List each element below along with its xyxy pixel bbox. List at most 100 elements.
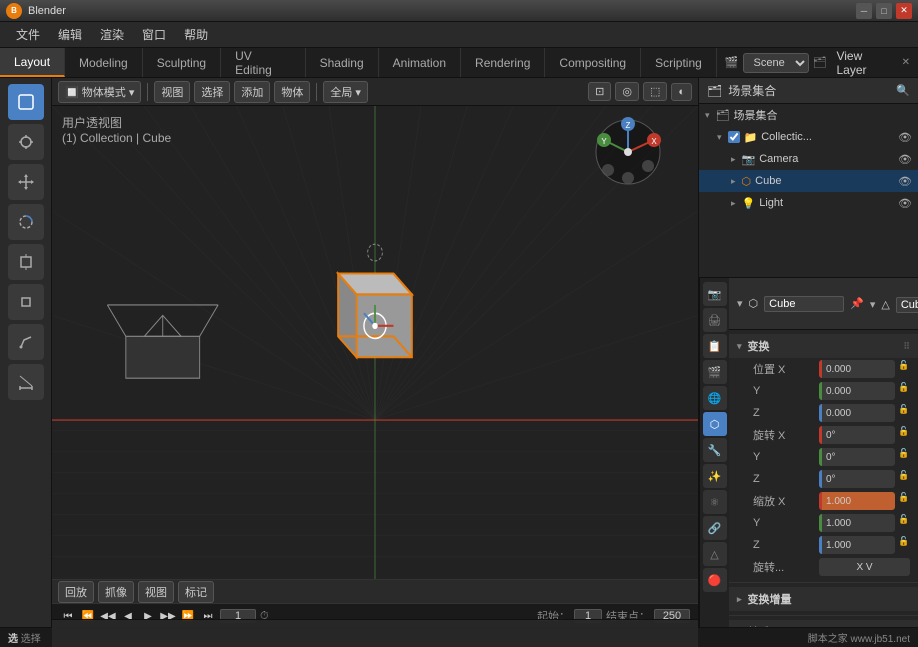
playback-btn[interactable]: 回放 bbox=[58, 581, 94, 603]
pos-x-lock[interactable]: 🔓 bbox=[898, 360, 910, 378]
rot-z-lock[interactable]: 🔓 bbox=[898, 470, 910, 488]
menu-render[interactable]: 渲染 bbox=[92, 23, 132, 46]
pos-x[interactable]: 0.000 bbox=[819, 360, 895, 378]
scale-z-xyz: 1.000 🔓 bbox=[819, 536, 910, 554]
properties-obj-row: ▾ ⬡ 📌 bbox=[737, 292, 864, 316]
rot-z[interactable]: 0° bbox=[819, 470, 895, 488]
menu-edit[interactable]: 编辑 bbox=[50, 23, 90, 46]
prop-tab-output[interactable]: 🖨 bbox=[703, 308, 727, 332]
view-layer-close[interactable]: ✕ bbox=[902, 57, 910, 68]
prop-tab-data[interactable]: △ bbox=[703, 542, 727, 566]
outliner-item-scene-collection[interactable]: ▾ 🗂 场景集合 bbox=[699, 104, 918, 126]
menu-window[interactable]: 窗口 bbox=[134, 23, 174, 46]
global-btn[interactable]: 全局 ▾ bbox=[323, 81, 368, 103]
object-name-input[interactable] bbox=[764, 296, 844, 312]
prop-tab-particles[interactable]: ✨ bbox=[703, 464, 727, 488]
tool-measure[interactable] bbox=[8, 364, 44, 400]
tab-shading[interactable]: Shading bbox=[306, 48, 379, 77]
add-menu[interactable]: 添加 bbox=[234, 81, 270, 103]
prop-tab-modifiers[interactable]: 🔧 bbox=[703, 438, 727, 462]
collection-visible-check[interactable] bbox=[728, 131, 740, 143]
scale-row-z: Z 1.000 🔓 bbox=[729, 534, 918, 556]
menu-file[interactable]: 文件 bbox=[8, 23, 48, 46]
outliner-item-light[interactable]: ▸ 💡 Light 👁 bbox=[699, 192, 918, 214]
scale-y-label: Y bbox=[753, 517, 813, 529]
position-xyz: 0.000 🔓 bbox=[819, 360, 910, 378]
select-menu[interactable]: 选择 bbox=[194, 81, 230, 103]
prop-tab-view-layer[interactable]: 📋 bbox=[703, 334, 727, 358]
pos-z-lock[interactable]: 🔓 bbox=[898, 404, 910, 422]
position-row-y: Y 0.000 🔓 bbox=[729, 380, 918, 402]
tool-cursor[interactable] bbox=[8, 124, 44, 160]
maximize-button[interactable]: □ bbox=[876, 3, 892, 19]
tab-rendering[interactable]: Rendering bbox=[461, 48, 545, 77]
prop-tab-scene[interactable]: 🎬 bbox=[703, 360, 727, 384]
xray-btn[interactable]: ⬚ bbox=[643, 82, 667, 101]
rot-y[interactable]: 0° bbox=[819, 448, 895, 466]
tool-move[interactable] bbox=[8, 164, 44, 200]
tab-scripting[interactable]: Scripting bbox=[641, 48, 717, 77]
scene-select[interactable]: Scene bbox=[743, 53, 809, 73]
tab-compositing[interactable]: Compositing bbox=[545, 48, 641, 77]
tool-select[interactable] bbox=[8, 84, 44, 120]
viewport-3d[interactable]: 🔲 物体模式 ▾ 视图 选择 添加 物体 全局 ▾ ⊡ ◎ ⬚ ◐ bbox=[52, 78, 698, 647]
scale-y[interactable]: 1.000 bbox=[819, 514, 895, 532]
viewport-gizmo[interactable]: Z X Y bbox=[588, 112, 668, 192]
menu-help[interactable]: 帮助 bbox=[176, 23, 216, 46]
scale-y-lock[interactable]: 🔓 bbox=[898, 514, 910, 532]
outliner-item-collection[interactable]: ▾ 📁 Collectic... 👁 bbox=[699, 126, 918, 148]
pos-y[interactable]: 0.000 bbox=[819, 382, 895, 400]
scale-x[interactable]: 1.000 bbox=[819, 492, 895, 510]
rot-x-lock[interactable]: 🔓 bbox=[898, 426, 910, 444]
view-menu[interactable]: 视图 bbox=[154, 81, 190, 103]
render-mode-btn[interactable]: ◐ bbox=[671, 83, 692, 101]
transform-header[interactable]: ▾ 变换 ⠿ bbox=[729, 334, 918, 358]
titlebar-controls[interactable]: ─ □ ✕ bbox=[856, 3, 912, 19]
scale-z[interactable]: 1.000 bbox=[819, 536, 895, 554]
outliner-search[interactable]: 🔍 bbox=[896, 84, 910, 97]
tab-uv-editing[interactable]: UV Editing bbox=[221, 48, 306, 77]
tab-modeling[interactable]: Modeling bbox=[65, 48, 143, 77]
prop-tab-physics[interactable]: ⚛ bbox=[703, 490, 727, 514]
timeline-view-btn[interactable]: 视图 bbox=[138, 581, 174, 603]
transform-delta-header[interactable]: ▸ 变换增量 bbox=[729, 587, 918, 611]
outliner-item-cube[interactable]: ▸ ⬡ Cube 👁 bbox=[699, 170, 918, 192]
prop-tab-object[interactable]: ⬡ bbox=[703, 412, 727, 436]
scale-z-lock[interactable]: 🔓 bbox=[898, 536, 910, 554]
titlebar: B Blender ─ □ ✕ bbox=[0, 0, 918, 22]
mode-select[interactable]: 🔲 物体模式 ▾ bbox=[58, 81, 141, 103]
global-label: 全局 bbox=[330, 87, 352, 99]
rot-x[interactable]: 0° bbox=[819, 426, 895, 444]
close-button[interactable]: ✕ bbox=[896, 3, 912, 19]
tool-annotation[interactable] bbox=[8, 324, 44, 360]
rot-y-lock[interactable]: 🔓 bbox=[898, 448, 910, 466]
object-menu[interactable]: 物体 bbox=[274, 81, 310, 103]
tool-scale[interactable] bbox=[8, 244, 44, 280]
rotation-mode-select[interactable]: X V bbox=[819, 558, 910, 576]
position-z-label: Z bbox=[753, 407, 813, 419]
snap-btn[interactable]: ⊡ bbox=[588, 82, 611, 101]
properties-mesh-row: ▾ △ bbox=[870, 294, 918, 316]
tool-transform[interactable] bbox=[8, 284, 44, 320]
scale-x-lock[interactable]: 🔓 bbox=[898, 492, 910, 510]
outliner-item-camera[interactable]: ▸ 📷 Camera 👁 bbox=[699, 148, 918, 170]
svg-text:X: X bbox=[651, 137, 657, 146]
markers-btn[interactable]: 标记 bbox=[178, 581, 214, 603]
toolbar-sep-2 bbox=[316, 83, 317, 101]
tab-sculpting[interactable]: Sculpting bbox=[143, 48, 221, 77]
prop-tab-render[interactable]: 📷 bbox=[703, 282, 727, 306]
keying-btn[interactable]: 抓像 bbox=[98, 581, 134, 603]
pos-z[interactable]: 0.000 bbox=[819, 404, 895, 422]
proportional-btn[interactable]: ◎ bbox=[615, 82, 639, 101]
mesh-name-input[interactable] bbox=[896, 297, 918, 313]
tool-rotate[interactable] bbox=[8, 204, 44, 240]
prop-tab-world[interactable]: 🌐 bbox=[703, 386, 727, 410]
prop-tab-material[interactable]: 🔴 bbox=[703, 568, 727, 592]
tab-animation[interactable]: Animation bbox=[379, 48, 461, 77]
props-pin[interactable]: 📌 bbox=[850, 297, 864, 310]
minimize-button[interactable]: ─ bbox=[856, 3, 872, 19]
prop-tab-constraints[interactable]: 🔗 bbox=[703, 516, 727, 540]
pos-y-lock[interactable]: 🔓 bbox=[898, 382, 910, 400]
position-y-label: Y bbox=[753, 385, 813, 397]
tab-layout[interactable]: Layout bbox=[0, 48, 65, 77]
